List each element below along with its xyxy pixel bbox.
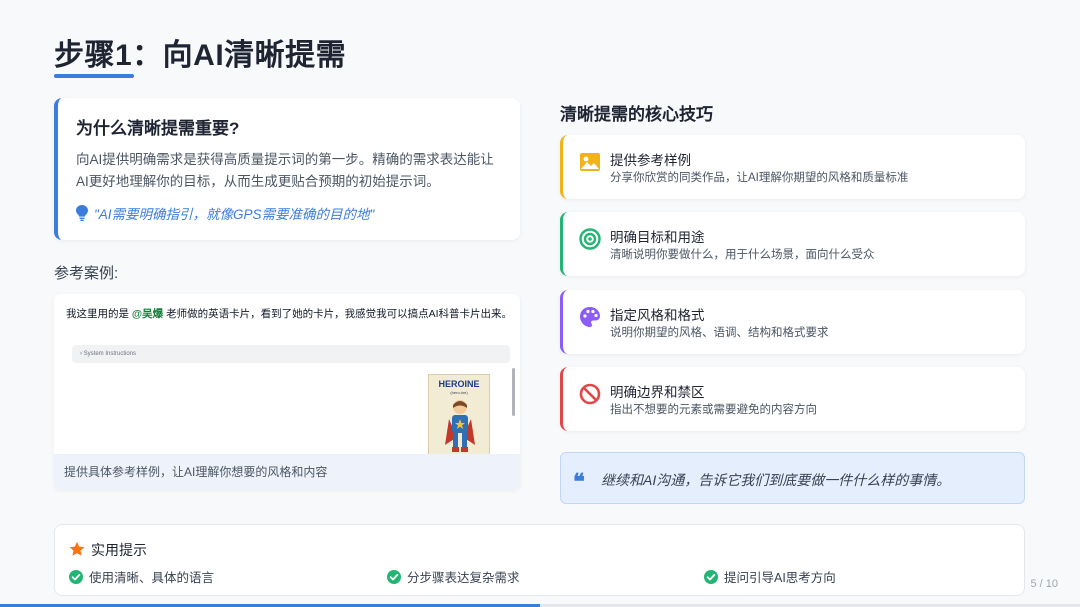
check-circle-icon <box>387 569 401 584</box>
poster-title: HEROINE <box>438 379 480 389</box>
lightbulb-icon <box>76 205 88 221</box>
palette-icon <box>580 307 600 327</box>
ban-icon <box>579 383 601 405</box>
practical-item-text: 提问引导AI思考方向 <box>724 571 836 585</box>
tips-heading: 清晰提需的核心技巧 <box>560 105 713 124</box>
scrollbar[interactable] <box>512 368 515 416</box>
system-instructions-box: › System Instructions <box>72 345 510 363</box>
quote-box: ❝ 继续和AI沟通，告诉它我们到底要做一件什么样的事情。 <box>560 452 1025 504</box>
page-title: 步骤1：向AI清晰提需 <box>54 39 347 72</box>
tip-desc: 分享你欣赏的同类作品，让AI理解你期望的风格和质量标准 <box>610 172 909 184</box>
case-caption: 提供具体参考样例，让AI理解你想要的风格和内容 <box>54 454 520 490</box>
practical-item: 使用清晰、具体的语言 <box>69 567 214 586</box>
tip-desc: 指出不想要的元素或需要避免的内容方向 <box>610 404 817 416</box>
why-quote: "AI需要明确指引，就像GPS需要准确的目的地" <box>76 203 502 223</box>
practical-item-text: 分步骤表达复杂需求 <box>407 571 520 585</box>
tip-title: 指定风格和格式 <box>610 308 705 323</box>
case-label: 参考案例: <box>54 265 119 282</box>
check-circle-icon <box>69 569 83 584</box>
tip-title: 明确边界和禁区 <box>610 385 705 400</box>
tip-card-goal: 明确目标和用途 清晰说明你要做什么，用于什么场景，面向什么受众 <box>560 212 1025 276</box>
check-circle-icon <box>704 569 718 584</box>
page-indicator: 5 / 10 <box>1030 578 1058 590</box>
system-instructions-label: System Instructions <box>83 351 137 357</box>
case-screenshot-text: 我这里用的是 @吴爆 老师做的英语卡片，看到了她的卡片，我感觉我可以搞点AI科普… <box>66 306 512 321</box>
why-title: 为什么清晰提需重要? <box>76 119 240 138</box>
tip-desc: 清晰说明你要做什么，用于什么场景，面向什么受众 <box>610 249 875 261</box>
case-text-prefix: 我这里用的是 <box>66 308 129 320</box>
tip-card-style: 指定风格和格式 说明你期望的风格、语调、结构和格式要求 <box>560 290 1025 354</box>
tip-card-reference: 提供参考样例 分享你欣赏的同类作品，让AI理解你期望的风格和质量标准 <box>560 135 1025 199</box>
practical-item: 分步骤表达复杂需求 <box>387 567 520 586</box>
case-mention: @吴爆 <box>131 308 164 320</box>
heroine-figure-icon <box>445 400 475 452</box>
tip-title: 明确目标和用途 <box>610 230 705 245</box>
case-text-suffix: 老师做的英语卡片，看到了她的卡片，我感觉我可以搞点AI科普卡片出来。 <box>166 308 513 320</box>
heroine-poster: HEROINE (hero-ine) <box>428 374 490 458</box>
star-icon <box>69 541 85 556</box>
practical-item-text: 使用清晰、具体的语言 <box>89 571 215 585</box>
title-underline <box>54 74 134 78</box>
target-icon <box>579 228 601 250</box>
practical-item: 提问引导AI思考方向 <box>704 567 836 586</box>
quote-text: 继续和AI沟通，告诉它我们到底要做一件什么样的事情。 <box>601 472 951 488</box>
quote-icon: ❝ <box>573 469 585 495</box>
tip-card-boundary: 明确边界和禁区 指出不想要的元素或需要避免的内容方向 <box>560 367 1025 431</box>
why-body: 向AI提供明确需求是获得高质量提示词的第一步。精确的需求表达能让AI更好地理解你… <box>76 152 494 189</box>
tip-desc: 说明你期望的风格、语调、结构和格式要求 <box>610 327 829 339</box>
chevron-right-icon: › <box>80 351 82 357</box>
poster-subtitle: (hero-ine) <box>450 390 468 395</box>
tip-title: 提供参考样例 <box>610 153 691 168</box>
practical-title: 实用提示 <box>91 542 147 558</box>
practical-tips-panel: 实用提示 使用清晰、具体的语言 分步骤表达复杂需求 提问引导AI思考方向 <box>54 524 1025 596</box>
image-icon <box>580 153 600 171</box>
why-quote-text: "AI需要明确指引，就像GPS需要准确的目的地" <box>94 207 375 222</box>
why-card: 为什么清晰提需重要? 向AI提供明确需求是获得高质量提示词的第一步。精确的需求表… <box>54 98 520 240</box>
case-screenshot: 我这里用的是 @吴爆 老师做的英语卡片，看到了她的卡片，我感觉我可以搞点AI科普… <box>54 294 520 490</box>
